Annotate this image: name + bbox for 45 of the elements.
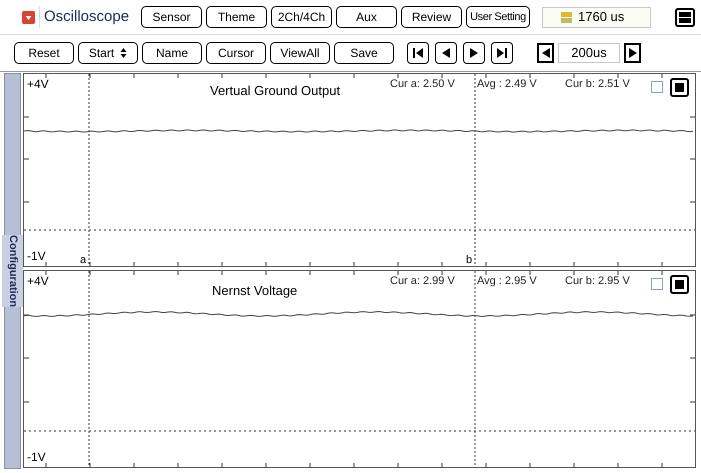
tab-button[interactable]: Theme	[206, 6, 267, 28]
toolbar-button[interactable]: Start	[78, 42, 138, 64]
play-back-button[interactable]	[435, 42, 457, 64]
channel-title: Nernst Voltage	[212, 282, 298, 300]
channel-title: Vertual Ground Output	[210, 82, 340, 100]
tab-button[interactable]: Sensor	[141, 6, 202, 28]
checkbox[interactable]	[651, 81, 663, 93]
toolbar-button[interactable]: Reset	[14, 42, 74, 64]
toolbar-button[interactable]: Save	[334, 42, 394, 64]
cursor-b-reading: Cur b: 2.95 V	[565, 274, 630, 289]
cursor-a-reading: Cur a: 2.99 V	[390, 274, 455, 289]
decrease-button[interactable]	[537, 43, 554, 63]
average-reading: Avg : 2.49 V	[477, 77, 537, 92]
timebase-field[interactable]: 200us	[558, 43, 620, 63]
app-title: Oscilloscope	[44, 6, 130, 27]
play-button[interactable]	[463, 42, 485, 64]
updown-icon	[120, 47, 128, 59]
tab-button[interactable]: 2Ch/4Ch	[271, 6, 332, 28]
trace-color-icon[interactable]	[670, 275, 689, 294]
tab-button[interactable]: Review	[401, 6, 462, 28]
axis-max-label: +4V	[27, 76, 49, 93]
skip-forward-button[interactable]	[491, 42, 513, 64]
left-arrow-icon	[540, 47, 550, 59]
dropdown-icon[interactable]	[22, 10, 35, 24]
cursor-label: b	[466, 252, 472, 268]
checkbox[interactable]	[651, 278, 663, 290]
time-display: 1760 us	[542, 6, 651, 28]
toolbar-button[interactable]: Cursor	[206, 42, 266, 64]
toolbar-button[interactable]: ViewAll	[270, 42, 330, 64]
axis-max-label: +4V	[27, 273, 49, 290]
increase-button[interactable]	[624, 43, 641, 63]
average-reading: Avg : 2.95 V	[477, 274, 537, 289]
cursor-b-reading: Cur b: 2.51 V	[565, 77, 630, 92]
skip-back-button[interactable]	[407, 42, 429, 64]
trace-color-icon[interactable]	[670, 78, 689, 97]
toolbar-button[interactable]: Name	[142, 42, 202, 64]
axis-min-label: -1V	[27, 449, 46, 466]
axis-min-label: -1V	[27, 248, 46, 265]
cursor-a-reading: Cur a: 2.50 V	[390, 77, 455, 92]
tab-button[interactable]: Aux	[336, 6, 397, 28]
cursor-label: a	[80, 252, 86, 268]
window-icon[interactable]	[675, 8, 695, 26]
right-arrow-icon	[628, 47, 638, 59]
tab-button[interactable]: User Setting	[466, 6, 530, 28]
side-tab[interactable]: Configuration	[4, 73, 21, 469]
